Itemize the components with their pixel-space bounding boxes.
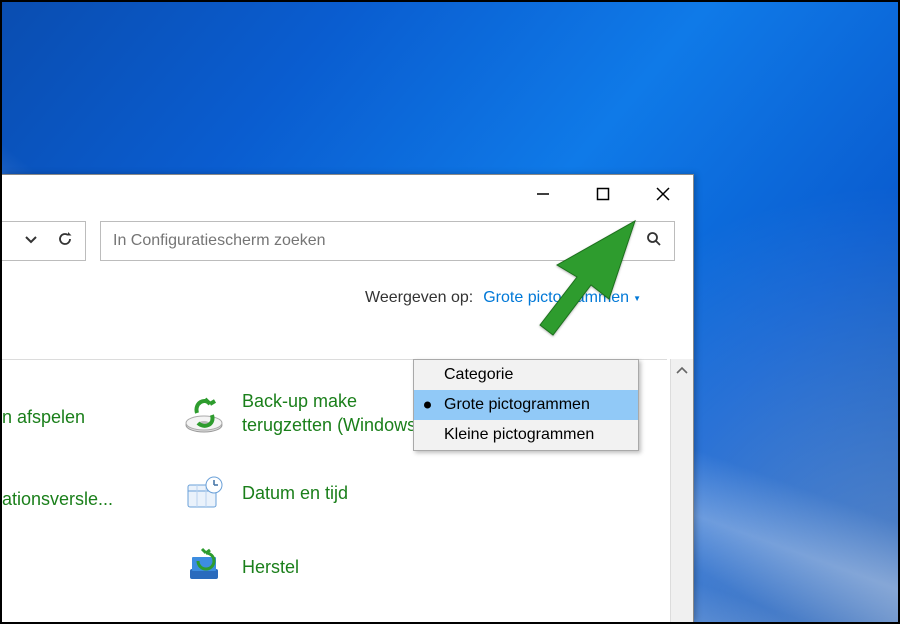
chevron-down-icon[interactable] [21,232,41,251]
backup-restore-icon [182,391,226,435]
item-label: Back-up make​ terugzetten (Windows 7) [242,389,442,437]
search-icon[interactable] [646,231,662,251]
item-label: Herstel [242,555,299,579]
list-item[interactable]: Back-up make​ terugzetten (Windows 7) [182,389,442,437]
dropdown-option-category[interactable]: Categorie [414,360,638,390]
window-titlebar [2,175,693,215]
list-item[interactable]: Datum en tijd [182,471,348,515]
cropped-item-label[interactable]: ationsversle... [2,487,113,511]
close-button[interactable] [633,175,693,213]
scroll-up-arrow-icon[interactable] [671,359,693,382]
maximize-button[interactable] [573,175,633,213]
list-item[interactable]: Herstel [182,545,299,589]
dropdown-option-label: Kleine pictogrammen [444,426,594,444]
dropdown-option-label: Categorie [444,366,513,384]
view-by-current: Grote pictogrammen [483,289,629,307]
date-time-icon [182,471,226,515]
toolbar [2,215,693,271]
selected-indicator-icon [424,402,431,409]
dropdown-option-small-icons[interactable]: Kleine pictogrammen [414,420,638,450]
address-bar-tail[interactable] [2,221,86,261]
search-input[interactable] [113,232,646,250]
view-by-dropdown: Categorie Grote pictogrammen Kleine pict… [413,359,639,451]
view-by-selector[interactable]: Grote pictogrammen ▼ [483,289,641,307]
item-label: Datum en tijd [242,481,348,505]
dropdown-option-label: Grote pictogrammen [444,396,590,414]
refresh-icon[interactable] [55,231,75,252]
dropdown-option-large-icons[interactable]: Grote pictogrammen [414,390,638,420]
vertical-scrollbar[interactable] [670,359,693,622]
minimize-button[interactable] [513,175,573,213]
view-by-row: Weergeven op: Grote pictogrammen ▼ [2,271,693,313]
cropped-item-label[interactable]: n afspelen [2,405,85,429]
search-box[interactable] [100,221,675,261]
recovery-icon [182,545,226,589]
control-panel-window: Weergeven op: Grote pictogrammen ▼ n afs… [2,174,694,622]
dropdown-triangle-icon: ▼ [633,294,641,303]
view-by-label: Weergeven op: [365,289,473,307]
